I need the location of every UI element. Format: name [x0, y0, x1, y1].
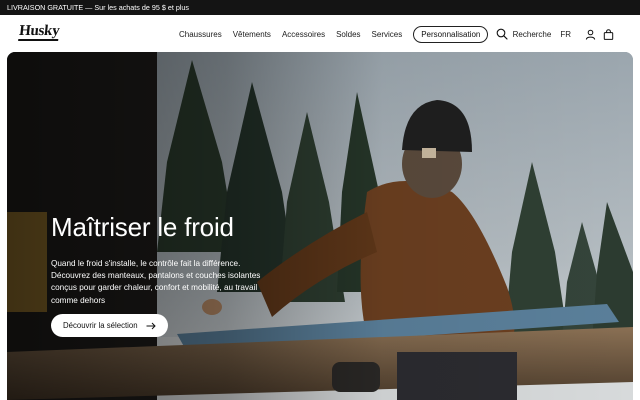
discover-selection-button[interactable]: Découvrir la sélection	[51, 314, 168, 337]
site-header: Husky Chaussures Vêtements Accessoires S…	[0, 15, 640, 53]
announcement-text: LIVRAISON GRATUITE — Sur les achats de 9…	[7, 3, 190, 12]
brand-logo[interactable]: Husky	[18, 23, 60, 41]
search-label: Recherche	[512, 29, 552, 39]
nav-item-accessoires[interactable]: Accessoires	[282, 30, 325, 39]
main-nav: Chaussures Vêtements Accessoires Soldes …	[179, 15, 489, 53]
search-icon	[496, 28, 508, 40]
header-actions: Recherche FR	[496, 15, 615, 53]
cart-icon	[603, 28, 613, 40]
account-button[interactable]	[583, 27, 597, 41]
hero-title: Maîtriser le froid	[51, 212, 234, 242]
account-icon	[585, 29, 595, 40]
nav-item-services[interactable]: Services	[372, 30, 403, 39]
arrow-right-icon	[146, 322, 156, 330]
nav-item-chaussures[interactable]: Chaussures	[179, 30, 222, 39]
cart-button[interactable]	[601, 27, 615, 41]
language-selector[interactable]: FR	[560, 30, 571, 39]
hero-banner: Maîtriser le froid Quand le froid s'inst…	[7, 52, 633, 400]
nav-item-vetements[interactable]: Vêtements	[233, 30, 271, 39]
nav-personnalisation-button[interactable]: Personnalisation	[413, 25, 489, 43]
search-button[interactable]: Recherche	[496, 28, 552, 40]
nav-item-soldes[interactable]: Soldes	[336, 30, 360, 39]
hero-description: Quand le froid s'installe, le contrôle f…	[51, 259, 261, 305]
cta-label: Découvrir la sélection	[63, 321, 138, 330]
announcement-bar: LIVRAISON GRATUITE — Sur les achats de 9…	[0, 0, 640, 15]
